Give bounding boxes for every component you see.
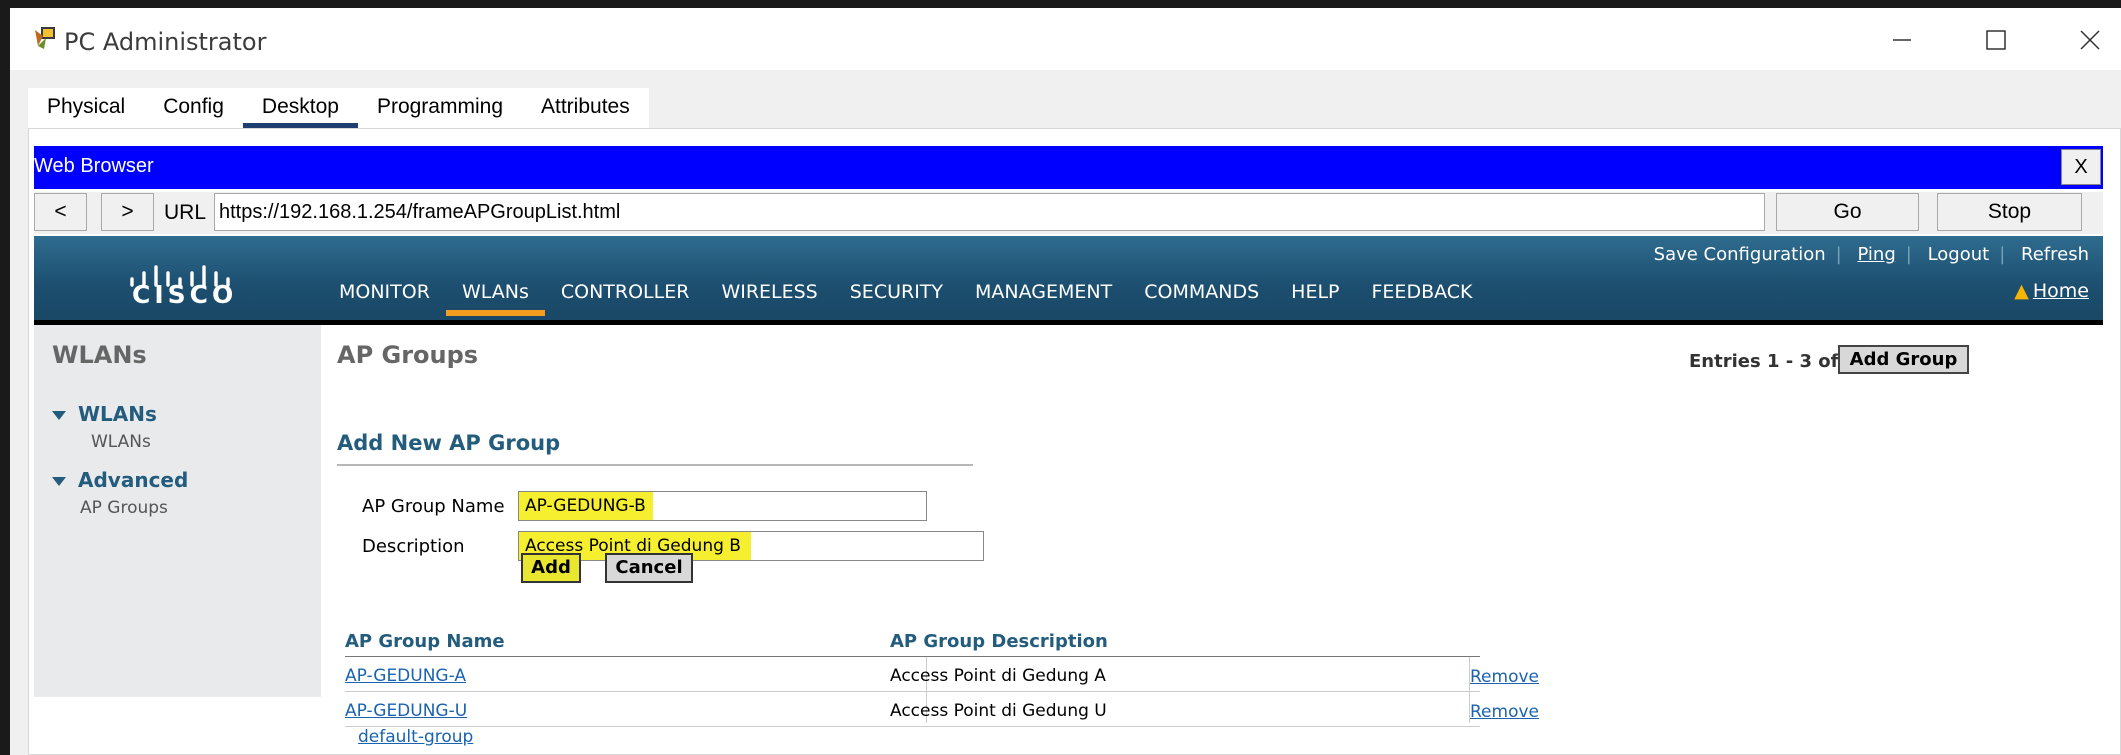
top-links: Save Configuration | Ping | Logout | Refres… (1653, 244, 2089, 265)
close-window-button[interactable] (2060, 22, 2120, 58)
tab-desktop[interactable]: Desktop (242, 88, 358, 128)
forward-button[interactable]: > (101, 193, 154, 231)
ap-group-link[interactable]: AP-GEDUNG-U (345, 701, 467, 721)
ap-group-description: Access Point di Gedung U (890, 701, 1107, 721)
ap-group-name-label: AP Group Name (362, 496, 505, 517)
device-tabs: Physical Config Desktop Programming Attr… (28, 88, 649, 128)
sidebar: WLANs WLANs WLANs Advanced AP Groups (34, 325, 321, 697)
minimize-button[interactable] (1872, 22, 1932, 58)
menu-monitor[interactable]: MONITOR (339, 280, 446, 316)
maximize-icon (1986, 30, 2006, 50)
ap-group-link[interactable]: AP-GEDUNG-A (345, 666, 466, 686)
tab-attributes[interactable]: Attributes (522, 88, 649, 128)
menu-management[interactable]: MANAGEMENT (975, 280, 1128, 316)
sidebar-item-wlans[interactable]: WLANs (91, 432, 151, 452)
ap-group-name-value: AP-GEDUNG-B (525, 496, 646, 516)
section-divider (337, 464, 973, 466)
browser-title: Web Browser (34, 155, 154, 177)
sidebar-group-label: WLANs (78, 402, 157, 426)
stop-button[interactable]: Stop (1937, 193, 2082, 231)
menu-controller[interactable]: CONTROLLER (561, 280, 706, 316)
sidebar-group-wlans[interactable]: WLANs (52, 402, 157, 426)
menu-help[interactable]: HELP (1291, 280, 1355, 316)
expand-triangle-icon (52, 477, 66, 486)
remove-link[interactable]: Remove (1470, 702, 1539, 722)
description-input[interactable]: Access Point di Gedung B (518, 531, 984, 561)
url-label: URL (164, 201, 207, 224)
header-ap-group-name: AP Group Name (345, 631, 505, 652)
tab-config[interactable]: Config (144, 88, 243, 128)
table-header-rule (345, 656, 1480, 657)
ap-group-description: Access Point di Gedung A (890, 666, 1106, 686)
description-label: Description (362, 536, 465, 557)
main-menu: MONITOR WLANs CONTROLLER WIRELESS SECURI… (339, 280, 1505, 316)
go-button[interactable]: Go (1776, 193, 1919, 231)
main-content: AP Groups Entries 1 - 3 of 3 Add Group A… (321, 325, 2103, 727)
browser-titlebar: Web Browser X (34, 146, 2103, 189)
save-configuration-link[interactable]: Save Configuration (1654, 244, 1826, 265)
menu-security[interactable]: SECURITY (850, 280, 959, 316)
menu-wireless[interactable]: WIRELESS (721, 280, 833, 316)
cancel-button[interactable]: Cancel (605, 553, 693, 583)
device-area: Physical Config Desktop Programming Attr… (10, 70, 2121, 755)
cisco-header: CISCO Save Configuration | Ping | Logout | … (34, 236, 2103, 320)
sidebar-group-advanced[interactable]: Advanced (52, 468, 188, 492)
url-input[interactable] (214, 193, 1765, 231)
back-button[interactable]: < (34, 193, 87, 231)
menu-wlans[interactable]: WLANs (445, 280, 545, 316)
window-titlebar: PC Administrator (10, 8, 2121, 70)
add-button[interactable]: Add (521, 553, 581, 583)
sidebar-title: WLANs (52, 341, 147, 369)
ap-group-link[interactable]: default-group (358, 727, 473, 747)
ap-group-name-input[interactable]: AP-GEDUNG-B (518, 491, 927, 521)
row-divider (345, 726, 1480, 727)
add-group-button[interactable]: Add Group (1838, 345, 1969, 374)
web-browser: Web Browser X < > URL Go Stop (34, 146, 2103, 727)
browser-close-button[interactable]: X (2061, 149, 2101, 185)
page-title: AP Groups (337, 341, 479, 369)
pc-administrator-window: PC Administrator Physical Config Desktop… (10, 8, 2121, 755)
home-icon: ▲ (2014, 280, 2029, 302)
sidebar-item-ap-groups[interactable]: AP Groups (80, 498, 168, 518)
cisco-wordmark: CISCO (132, 280, 238, 309)
browser-navbar: < > URL Go Stop (34, 192, 2103, 234)
entries-count: Entries 1 - 3 of 3 (1689, 351, 1858, 372)
refresh-link[interactable]: Refresh (2021, 244, 2089, 265)
logout-link[interactable]: Logout (1928, 244, 1990, 265)
window-title: PC Administrator (64, 28, 267, 56)
menu-feedback[interactable]: FEEDBACK (1372, 280, 1489, 316)
tab-programming[interactable]: Programming (358, 88, 522, 128)
minimize-icon (1893, 39, 1911, 41)
ping-link[interactable]: Ping (1857, 244, 1895, 265)
row-divider (345, 691, 1480, 692)
header-ap-group-description: AP Group Description (890, 631, 1108, 652)
add-new-ap-group-title: Add New AP Group (337, 431, 561, 455)
expand-triangle-icon (52, 411, 66, 420)
remove-link[interactable]: Remove (1470, 667, 1539, 687)
maximize-button[interactable] (1966, 22, 2026, 58)
home-label: Home (2032, 280, 2089, 302)
menu-commands[interactable]: COMMANDS (1144, 280, 1275, 316)
tab-physical[interactable]: Physical (28, 88, 144, 128)
sidebar-group-label: Advanced (78, 468, 189, 492)
app-icon (35, 27, 55, 49)
home-link[interactable]: ▲ Home (2014, 280, 2089, 302)
close-icon (2080, 30, 2100, 50)
